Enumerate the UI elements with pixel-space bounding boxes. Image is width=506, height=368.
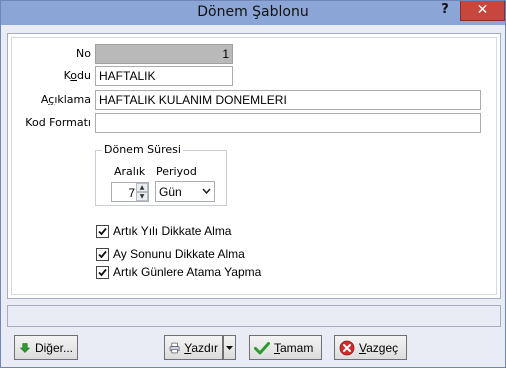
ay-sonunu-checkbox[interactable] [96,247,109,261]
yazdir-button[interactable]: Yazdır [164,335,223,360]
artik-gunlere-label: Artık Günlere Atama Yapma [113,265,262,279]
caret-down-icon [226,346,233,350]
window-title: Dönem Şablonu [197,4,309,20]
diger-label: Diğer... [34,340,73,355]
periyod-select[interactable]: Gün [155,181,215,202]
red-x-circle-icon [339,340,355,355]
kod-formati-label: Kod Formatı [25,116,91,129]
check-icon [98,250,107,258]
no-label: No [76,47,91,60]
green-check-icon [254,341,270,354]
dialog-window: Dönem Şablonu ? ✕ No Kodu Açıklama Kod F… [0,0,506,368]
ay-sonunu-checkbox-row[interactable]: Ay Sonunu Dikkate Alma [96,246,245,262]
aciklama-field[interactable]: HAFTALIK KULANIM DONEMLERI [95,90,481,110]
kodu-label: Kodu [63,69,91,82]
help-button[interactable]: ? [438,2,452,18]
spin-down-icon[interactable]: ▼ [136,192,148,201]
aralik-label: Aralık [114,165,146,178]
donem-suresi-title: Dönem Süresi [102,143,183,156]
check-icon [98,227,107,235]
tamam-button[interactable]: Tamam [249,335,322,360]
aralik-stepper[interactable]: 7 ▲ ▼ [111,182,149,202]
periyod-value: Gün [159,185,182,199]
artik-gunlere-checkbox-row[interactable]: Artık Günlere Atama Yapma [96,264,261,280]
artik-yili-checkbox[interactable] [96,224,109,238]
aralik-value: 7 [128,186,135,200]
tamam-label: Tamam [274,340,314,355]
vazgec-button[interactable]: Vazgeç [334,335,407,360]
close-button[interactable]: ✕ [460,1,505,21]
title-bar[interactable]: Dönem Şablonu ? ✕ [1,1,505,25]
artik-gunlere-checkbox[interactable] [96,265,109,279]
ay-sonunu-label: Ay Sonunu Dikkate Alma [113,247,245,261]
aciklama-label: Açıklama [40,93,91,106]
yazdir-dropdown-button[interactable] [223,335,236,360]
artik-yili-label: Artık Yılı Dikkate Alma [113,224,232,238]
check-icon [98,268,107,276]
printer-icon [169,342,180,353]
green-down-arrow-icon [19,342,31,353]
vazgec-label: Vazgeç [359,340,399,355]
no-field: 1 [95,44,233,64]
chevron-down-icon [202,188,211,195]
status-bar [7,305,501,327]
periyod-label: Periyod [156,165,197,178]
kodu-field[interactable]: HAFTALIK [95,66,233,86]
kod-formati-field[interactable] [95,113,481,133]
artik-yili-checkbox-row[interactable]: Artık Yılı Dikkate Alma [96,223,231,239]
diger-button[interactable]: Diğer... [14,335,78,360]
yazdir-label: Yazdır [184,340,218,355]
spin-up-icon[interactable]: ▲ [136,183,148,192]
